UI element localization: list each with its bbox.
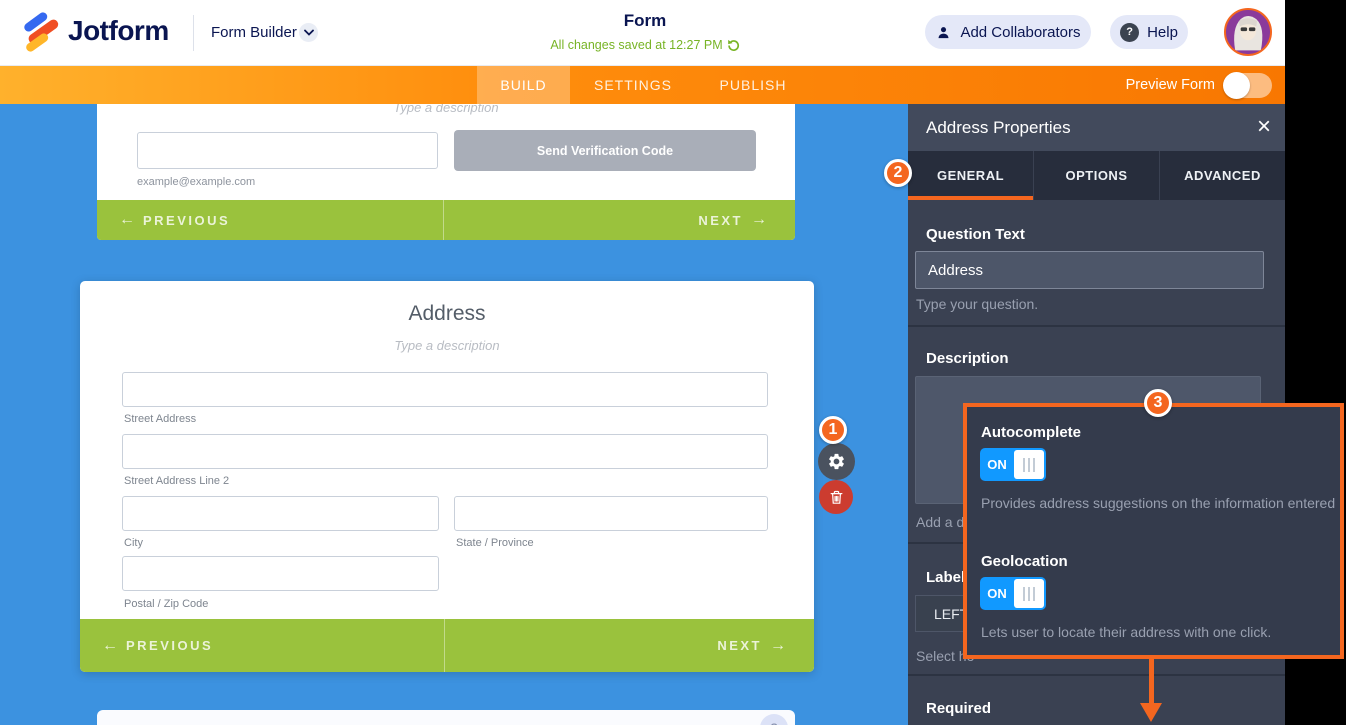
- preview-form-group: Preview Form: [1126, 66, 1272, 104]
- state-province-label: State / Province: [456, 537, 534, 549]
- email-example-hint: example@example.com: [137, 176, 256, 188]
- next-button[interactable]: NEXT →: [443, 200, 795, 240]
- panel-tab-advanced[interactable]: ADVANCED: [1160, 151, 1285, 200]
- annotation-badge-2: 2: [884, 159, 912, 187]
- panel-title: Address Properties: [926, 118, 1071, 137]
- card-help-icon[interactable]: ?: [760, 714, 788, 725]
- field-delete-button[interactable]: [819, 480, 853, 514]
- header-divider: [193, 15, 194, 51]
- section-divider: [908, 674, 1285, 676]
- toggle-on-label: ON: [987, 457, 1007, 472]
- geolocation-label: Geolocation: [981, 553, 1068, 570]
- toggle-on-label: ON: [987, 586, 1007, 601]
- left-arrow-icon: ←: [102, 636, 118, 654]
- app-header: Jotform Form Builder Form All changes sa…: [0, 0, 1285, 66]
- annotation-badge-3: 3: [1144, 389, 1172, 417]
- street-address-line2-label: Street Address Line 2: [124, 475, 230, 487]
- panel-header: Address Properties ×: [908, 104, 1285, 151]
- annotation-highlight-box: Autocomplete ON Provides address suggest…: [963, 403, 1344, 659]
- user-avatar[interactable]: [1224, 8, 1272, 56]
- previous-button[interactable]: ← PREVIOUS: [97, 200, 444, 240]
- section-divider: [908, 325, 1285, 327]
- autocomplete-caption: Provides address suggestions on the info…: [981, 495, 1336, 511]
- city-input[interactable]: [122, 496, 439, 531]
- description-label: Description: [926, 350, 1009, 367]
- geolocation-caption: Lets user to locate their address with o…: [981, 624, 1272, 640]
- toggle-knob: [1014, 450, 1044, 479]
- email-verification-card[interactable]: Type a description Send Verification Cod…: [97, 104, 795, 240]
- annotation-arrow-head: [1140, 703, 1162, 722]
- next-button[interactable]: NEXT →: [444, 619, 814, 672]
- undo-icon[interactable]: [727, 39, 740, 52]
- app-root: Jotform Form Builder Form All changes sa…: [0, 0, 1346, 725]
- city-label: City: [124, 537, 143, 549]
- tab-publish[interactable]: PUBLISH: [696, 66, 810, 104]
- annotation-arrow-shaft: [1149, 657, 1154, 705]
- toggle-knob: [1223, 71, 1250, 99]
- address-question-title[interactable]: Address: [80, 302, 814, 326]
- gear-icon: [829, 453, 844, 470]
- tab-build[interactable]: BUILD: [477, 66, 570, 104]
- previous-button[interactable]: ← PREVIOUS: [80, 619, 445, 672]
- autocomplete-toggle[interactable]: ON: [980, 448, 1046, 481]
- street-address-line2-input[interactable]: [122, 434, 768, 469]
- description-placeholder[interactable]: Type a description: [97, 104, 795, 115]
- previous-label: PREVIOUS: [143, 212, 231, 228]
- product-switcher-label[interactable]: Form Builder: [211, 24, 297, 41]
- panel-tab-general[interactable]: GENERAL: [908, 151, 1034, 200]
- next-label: NEXT: [698, 212, 743, 228]
- help-button[interactable]: ? Help: [1110, 15, 1188, 49]
- postal-zip-input[interactable]: [122, 556, 439, 591]
- panel-tabs: GENERAL OPTIONS ADVANCED: [908, 151, 1285, 200]
- geolocation-toggle[interactable]: ON: [980, 577, 1046, 610]
- state-province-input[interactable]: [454, 496, 768, 531]
- question-text-label: Question Text: [926, 226, 1025, 243]
- question-mark-icon: ?: [1120, 22, 1140, 42]
- field-settings-button[interactable]: [818, 443, 855, 480]
- toggle-knob: [1014, 579, 1044, 608]
- help-label: Help: [1147, 23, 1178, 41]
- form-title: Form: [623, 11, 667, 30]
- next-form-card-partial[interactable]: ?: [97, 710, 795, 725]
- street-address-label: Street Address: [124, 413, 197, 425]
- question-text-input[interactable]: [915, 251, 1264, 289]
- annotation-badge-1: 1: [819, 416, 847, 444]
- tab-settings[interactable]: SETTINGS: [570, 66, 696, 104]
- previous-label: PREVIOUS: [126, 638, 214, 653]
- save-status: All changes saved at 12:27 PM: [500, 38, 790, 52]
- autocomplete-label: Autocomplete: [981, 424, 1082, 441]
- preview-form-label: Preview Form: [1125, 77, 1215, 93]
- right-arrow-icon: →: [770, 636, 786, 654]
- jotform-logo-icon: [24, 12, 59, 52]
- add-collaborators-button[interactable]: Add Collaborators: [925, 15, 1091, 49]
- street-address-input[interactable]: [122, 372, 768, 407]
- description-placeholder[interactable]: Type a description: [80, 338, 814, 353]
- next-label: NEXT: [717, 638, 762, 653]
- page-nav-footer: ← PREVIOUS NEXT →: [97, 200, 795, 240]
- jotform-logo-text: Jotform: [68, 15, 169, 46]
- nav-tabs: BUILD SETTINGS PUBLISH: [477, 66, 810, 104]
- send-verification-code-button[interactable]: Send Verification Code: [454, 130, 756, 171]
- email-input[interactable]: [137, 132, 438, 169]
- build-navbar: BUILD SETTINGS PUBLISH Preview Form: [0, 66, 1285, 104]
- right-arrow-icon: →: [751, 211, 767, 228]
- question-text-hint: Type your question.: [916, 296, 1039, 312]
- chevron-down-icon[interactable]: [299, 23, 318, 42]
- address-field-card[interactable]: Address Type a description Street Addres…: [80, 281, 814, 672]
- save-status-text: All changes saved at 12:27 PM: [550, 38, 723, 52]
- page-nav-footer: ← PREVIOUS NEXT →: [80, 619, 814, 672]
- postal-zip-label: Postal / Zip Code: [124, 598, 209, 610]
- add-collaborators-label: Add Collaborators: [960, 23, 1081, 41]
- trash-icon: [830, 490, 842, 504]
- required-label: Required: [926, 700, 992, 717]
- person-icon: [938, 26, 949, 38]
- close-icon[interactable]: ×: [1257, 112, 1271, 142]
- preview-form-toggle[interactable]: [1223, 71, 1272, 99]
- panel-tab-options[interactable]: OPTIONS: [1034, 151, 1160, 200]
- header-center: Form All changes saved at 12:27 PM: [500, 0, 790, 52]
- left-arrow-icon: ←: [119, 211, 135, 228]
